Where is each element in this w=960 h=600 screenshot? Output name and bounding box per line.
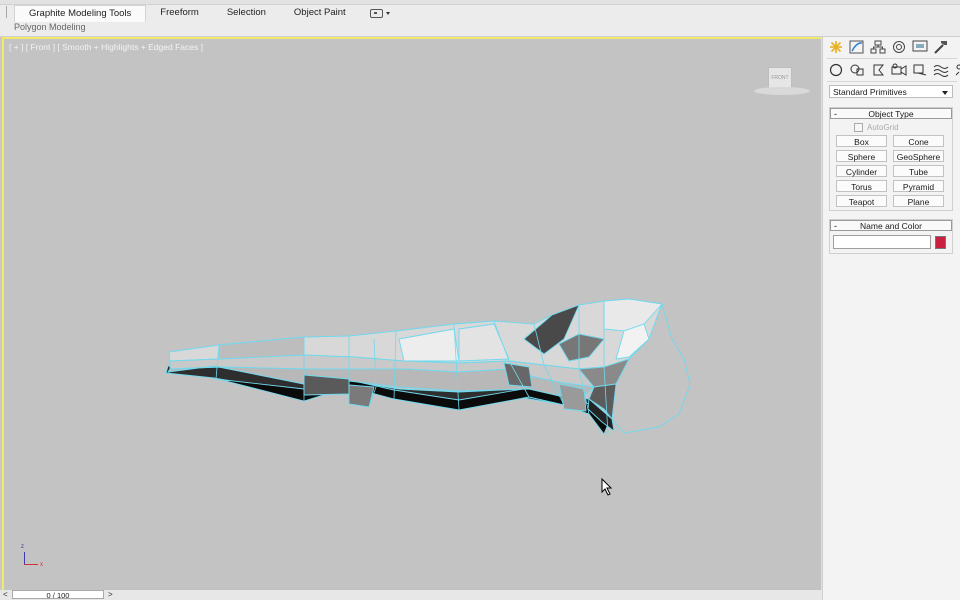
mesh-face [218,336,305,360]
panel-divider [827,81,957,82]
autogrid-label: AutoGrid [867,122,899,132]
viewcube-ring[interactable] [754,87,810,95]
ribbon-minimize-icon [369,8,383,18]
geosphere-button[interactable]: GeoSphere [893,150,944,162]
object-name-input[interactable] [833,235,931,249]
object-type-rollout-header[interactable]: - Object Type [830,108,952,119]
axis-z-line [24,552,25,564]
ribbon-divider [6,6,7,18]
plane-button[interactable]: Plane [893,195,944,207]
time-slider[interactable]: 0 / 100 [12,590,104,600]
space-warps-icon[interactable] [932,62,950,78]
systems-icon[interactable] [953,62,960,78]
time-slider-bar: < 0 / 100 > [0,590,822,600]
teapot-button[interactable]: Teapot [836,195,887,207]
tab-freeform[interactable]: Freeform [146,5,213,21]
ribbon-options-dropdown[interactable] [360,5,400,21]
axis-x-line [24,564,38,565]
cylinder-button[interactable]: Cylinder [836,165,887,177]
primitive-category-dropdown[interactable]: Standard Primitives [829,85,953,98]
torus-button[interactable]: Torus [836,180,887,192]
viewcube-front-face[interactable]: FRONT [768,67,792,89]
name-and-color-rollout: - Name and Color [829,219,953,254]
pyramid-button[interactable]: Pyramid [893,180,944,192]
mouse-cursor-icon [601,478,613,496]
hierarchy-tab-icon[interactable] [869,39,887,55]
previous-frame-button[interactable]: < [3,590,8,599]
shapes-icon[interactable] [848,62,866,78]
ribbon: Graphite Modeling Tools Freeform Selecti… [0,0,960,37]
motion-tab-icon[interactable] [890,39,908,55]
utilities-tab-icon[interactable] [932,39,950,55]
command-panel-tabs [827,39,950,57]
frame-readout: 0 / 100 [46,591,70,600]
tube-button[interactable]: Tube [893,165,944,177]
cameras-icon[interactable] [890,62,908,78]
tab-selection[interactable]: Selection [213,5,280,21]
object-color-swatch[interactable] [935,235,946,249]
name-color-row [830,231,952,253]
mesh-face [303,374,350,396]
object-type-rollout: - Object Type AutoGrid Box Cone Sphere G… [829,107,953,211]
display-tab-icon[interactable] [911,39,929,55]
lights-icon[interactable] [869,62,887,78]
next-frame-button[interactable]: > [108,590,113,599]
sphere-button[interactable]: Sphere [836,150,887,162]
polygon-mesh[interactable] [4,39,821,590]
name-and-color-rollout-header[interactable]: - Name and Color [830,220,952,231]
command-panel: Standard Primitives - Object Type AutoGr… [822,37,960,600]
helpers-icon[interactable] [911,62,929,78]
dropdown-value: Standard Primitives [833,87,907,97]
autogrid-checkbox[interactable] [854,122,863,132]
tab-object-paint[interactable]: Object Paint [280,5,360,21]
modify-tab-icon[interactable] [848,39,866,55]
autogrid-checkbox-row[interactable]: AutoGrid [854,121,952,133]
cone-button[interactable]: Cone [893,135,944,147]
ribbon-panel-title: Polygon Modeling [14,22,86,32]
geometry-icon[interactable] [827,62,845,78]
primitive-buttons: Box Cone Sphere GeoSphere Cylinder Tube … [830,135,952,210]
chevron-down-icon [385,11,390,15]
collapse-icon: - [834,109,837,119]
create-tab-icon[interactable] [827,39,845,55]
chevron-down-icon [942,91,948,95]
front-viewport[interactable]: [ + ] [ Front ] [ Smooth + Highlights + … [2,37,823,592]
ribbon-tabs: Graphite Modeling Tools Freeform Selecti… [14,4,400,22]
tab-graphite-modeling-tools[interactable]: Graphite Modeling Tools [14,4,147,22]
object-type-title: Object Type [868,109,914,119]
object-category-row [827,62,960,80]
name-and-color-title: Name and Color [860,221,922,231]
axis-tripod: z x [18,544,48,574]
panel-divider [827,58,957,59]
mesh-face [503,362,533,388]
viewcube[interactable]: FRONT [754,67,810,97]
axis-z-label: z [21,544,24,550]
collapse-icon: - [834,221,837,231]
box-button[interactable]: Box [836,135,887,147]
axis-x-label: x [40,562,43,568]
